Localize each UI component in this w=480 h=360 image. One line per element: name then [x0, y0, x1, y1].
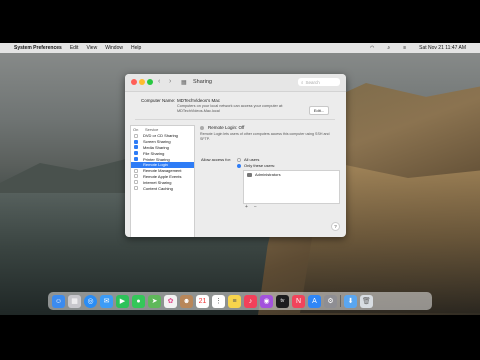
show-all-grid-icon[interactable]: ▦: [181, 79, 187, 86]
sharing-window: ‹ › ▦ Sharing ⌕ Search Computer Name: MD…: [125, 74, 346, 237]
service-checkbox[interactable]: [134, 174, 138, 179]
back-arrow-icon[interactable]: ‹: [158, 78, 160, 85]
service-label: Printer Sharing: [143, 156, 170, 162]
status-note: Remote Login lets users of other compute…: [200, 132, 330, 141]
radio-only-these-users[interactable]: [237, 163, 241, 168]
menu-app-name[interactable]: System Preferences: [14, 45, 62, 51]
close-button[interactable]: [131, 79, 137, 85]
contacts-icon[interactable]: ☻: [180, 294, 193, 308]
on-column-header: On: [133, 127, 139, 132]
podcasts-icon[interactable]: ◉: [260, 294, 273, 308]
dock: ☺ ▦ ◎ ✉ ▶ ● ➤ ✿ ☻ 21 ⋮ ≡ ♪ ◉ tv N A ⚙ ⬇ …: [48, 292, 432, 310]
menu-bar: System Preferences Edit View Window Help…: [0, 43, 480, 53]
services-header: On Service: [131, 126, 194, 133]
system-preferences-icon[interactable]: ⚙: [324, 294, 337, 308]
service-row[interactable]: Content Caching: [131, 185, 194, 191]
search-icon[interactable]: ⌕: [387, 45, 390, 51]
search-placeholder: Search: [305, 79, 320, 85]
mail-icon[interactable]: ✉: [100, 294, 113, 308]
service-checkbox[interactable]: [134, 145, 138, 150]
service-label: Remote Login: [143, 162, 168, 168]
music-icon[interactable]: ♪: [244, 294, 257, 308]
messages-icon[interactable]: ●: [132, 294, 145, 308]
allow-access-label: Allow access for:: [201, 157, 232, 162]
computer-name-label: Computer Name:: [141, 98, 176, 103]
downloads-icon[interactable]: ⬇: [344, 294, 357, 308]
letterbox-bottom: [0, 315, 480, 360]
service-label: DVD or CD Sharing: [143, 133, 178, 139]
service-label: Media Sharing: [143, 144, 169, 150]
dock-separator: [340, 295, 341, 307]
services-list: On Service DVD or CD Sharing Screen Shari…: [130, 125, 195, 237]
service-column-header: Service: [145, 127, 159, 132]
only-these-users-label: Only these users:: [244, 163, 276, 168]
app-store-icon[interactable]: A: [308, 294, 321, 308]
menu-clock[interactable]: Sat Nov 21 11:47 AM: [419, 45, 466, 51]
launchpad-icon[interactable]: ▦: [68, 294, 81, 308]
add-user-button[interactable]: +: [245, 204, 248, 210]
menu-window[interactable]: Window: [105, 45, 123, 51]
all-users-option[interactable]: All users: [237, 157, 259, 162]
service-label: Internet Sharing: [143, 179, 172, 185]
menu-edit[interactable]: Edit: [70, 45, 79, 51]
status-dot-icon: [200, 125, 204, 130]
remove-user-button[interactable]: −: [254, 204, 257, 210]
service-checkbox[interactable]: [134, 139, 138, 144]
wifi-icon[interactable]: ◠: [370, 45, 374, 51]
minimize-button[interactable]: [139, 79, 145, 85]
status-label: Remote Login: Off: [208, 125, 245, 130]
menu-view[interactable]: View: [86, 45, 97, 51]
computer-name-note: Computers on your local network can acce…: [177, 104, 284, 113]
service-label: Screen Sharing: [143, 139, 171, 145]
all-users-label: All users: [244, 157, 260, 162]
service-label: Remote Management: [143, 168, 182, 174]
computer-name-field[interactable]: MDTechVideos's Mac: [177, 98, 220, 103]
add-remove-controls: + −: [245, 204, 257, 210]
service-checkbox[interactable]: [134, 151, 138, 156]
service-label: File Sharing: [143, 150, 165, 156]
group-icon: [247, 172, 252, 177]
control-center-icon[interactable]: ≡: [403, 45, 406, 51]
service-label: Remote Apple Events: [143, 173, 182, 179]
radio-all-users[interactable]: [237, 157, 241, 162]
zoom-button[interactable]: [147, 79, 153, 85]
help-button[interactable]: ?: [331, 222, 340, 231]
service-label: Content Caching: [143, 185, 173, 191]
search-field[interactable]: ⌕ Search: [298, 78, 340, 86]
maps-icon[interactable]: ➤: [148, 294, 161, 308]
service-checkbox[interactable]: [134, 186, 138, 191]
list-item[interactable]: Administrators: [244, 171, 339, 178]
menu-help[interactable]: Help: [131, 45, 141, 51]
only-these-users-option[interactable]: Only these users:: [237, 163, 275, 168]
remote-login-status: Remote Login: Off: [200, 125, 244, 130]
reminders-icon[interactable]: ⋮: [212, 294, 225, 308]
trash-icon[interactable]: 🗑: [360, 294, 373, 308]
calendar-icon[interactable]: 21: [196, 294, 209, 308]
users-list[interactable]: Administrators: [243, 170, 340, 204]
service-checkbox[interactable]: [134, 168, 138, 173]
notes-icon[interactable]: ≡: [228, 294, 241, 308]
search-field-icon: ⌕: [301, 79, 304, 85]
finder-icon[interactable]: ☺: [52, 294, 65, 308]
service-checkbox[interactable]: [134, 157, 138, 162]
tv-icon[interactable]: tv: [276, 294, 289, 308]
news-icon[interactable]: N: [292, 294, 305, 308]
photos-icon[interactable]: ✿: [164, 294, 177, 308]
safari-icon[interactable]: ◎: [84, 294, 97, 308]
service-checkbox[interactable]: [134, 180, 138, 185]
facetime-icon[interactable]: ▶: [116, 294, 129, 308]
service-checkbox[interactable]: [134, 133, 138, 138]
user-label: Administrators: [255, 172, 281, 177]
window-titlebar: ‹ › ▦ Sharing ⌕ Search: [125, 74, 346, 92]
edit-button[interactable]: Edit...: [309, 106, 329, 115]
forward-arrow-icon[interactable]: ›: [169, 78, 171, 85]
divider: [135, 119, 335, 120]
service-checkbox[interactable]: [134, 162, 138, 167]
window-title: Sharing: [193, 79, 212, 85]
